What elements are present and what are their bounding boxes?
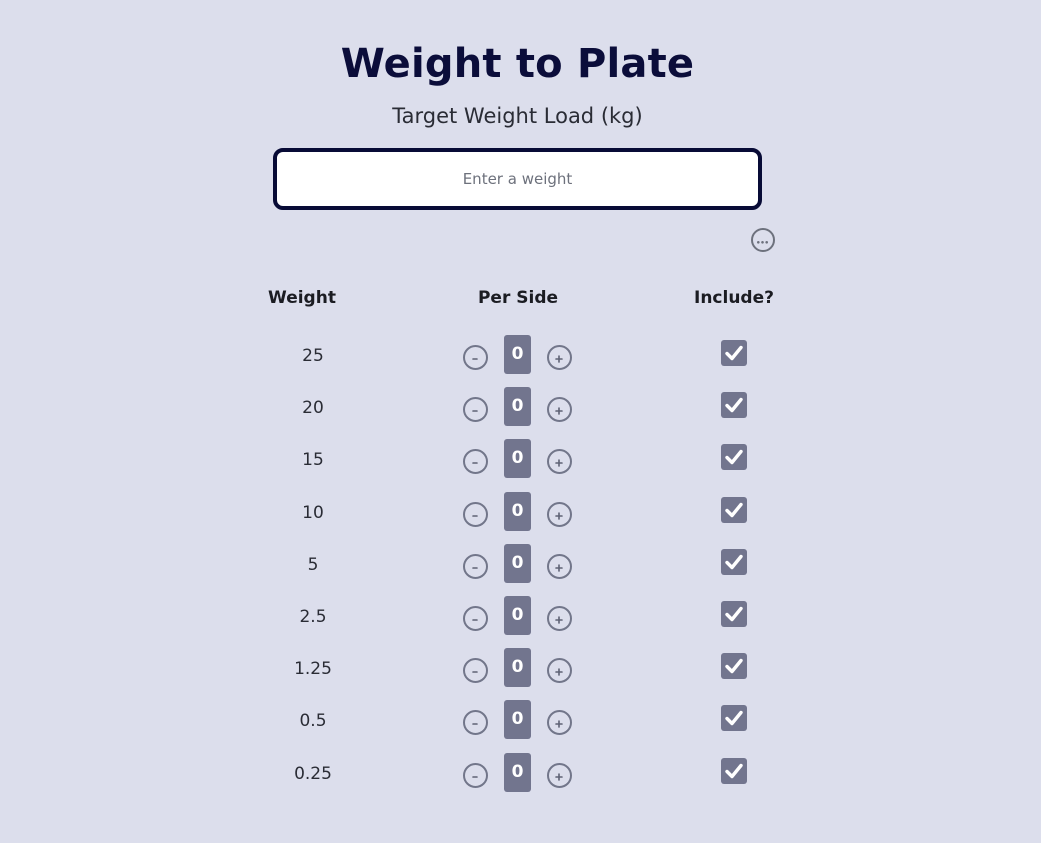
plate-row: 2.5 0	[0, 591, 1041, 643]
plate-row: 15 0	[0, 434, 1041, 486]
plate-table: 25 0 20 0 15 0 10 0 5 0 2.5 0 1.25 0 0.5…	[0, 330, 1041, 800]
increment-button[interactable]	[547, 553, 572, 579]
per-side-count: 0	[504, 387, 531, 427]
plate-weight: 5	[307, 554, 319, 575]
per-side-count: 0	[504, 543, 531, 583]
plate-row: 1.25 0	[0, 643, 1041, 695]
plate-weight: 25	[302, 346, 324, 366]
column-header-per-side: Per Side	[477, 288, 559, 308]
increment-button[interactable]	[547, 605, 572, 631]
column-header-include: Include?	[694, 288, 774, 308]
decrement-button[interactable]	[463, 345, 488, 370]
plus-icon	[555, 563, 563, 572]
per-side-count: 0	[504, 648, 531, 688]
plate-weight: 1.25	[294, 659, 332, 680]
plate-row: 0.25 0	[0, 748, 1041, 800]
minus-icon	[472, 775, 478, 778]
minus-icon	[472, 566, 478, 569]
checkmark-icon	[725, 763, 743, 778]
minus-icon	[472, 358, 478, 360]
increment-button[interactable]	[547, 345, 572, 370]
per-side-count: 0	[504, 595, 531, 635]
include-checkbox[interactable]	[721, 548, 747, 575]
checkmark-icon	[725, 502, 743, 517]
checkmark-icon	[725, 658, 743, 674]
increment-button[interactable]	[547, 449, 572, 475]
plus-icon	[555, 720, 563, 729]
include-checkbox[interactable]	[721, 653, 747, 680]
checkmark-icon	[725, 711, 743, 726]
plate-row: 0.5 0	[0, 695, 1041, 747]
column-header-weight: Weight	[268, 288, 336, 308]
per-side-count: 0	[504, 335, 531, 374]
per-side-count: 0	[504, 700, 531, 740]
increment-button[interactable]	[547, 397, 572, 423]
include-checkbox[interactable]	[721, 340, 747, 366]
decrement-button[interactable]	[463, 605, 488, 631]
checkmark-icon	[725, 606, 743, 622]
ellipsis-icon	[757, 241, 768, 244]
include-checkbox[interactable]	[721, 496, 747, 523]
plate-weight: 2.5	[299, 606, 327, 627]
plus-icon	[555, 772, 563, 781]
plus-icon	[555, 511, 563, 520]
decrement-button[interactable]	[463, 501, 488, 527]
per-side-count: 0	[504, 439, 531, 479]
minus-icon	[472, 462, 478, 465]
minus-icon	[472, 514, 478, 517]
increment-button[interactable]	[547, 501, 572, 527]
target-weight-input[interactable]	[273, 148, 762, 210]
plus-icon	[555, 355, 563, 363]
plus-icon	[555, 407, 563, 415]
plate-row: 5 0	[0, 539, 1041, 591]
checkmark-icon	[725, 554, 743, 569]
minus-icon	[472, 723, 478, 726]
minus-icon	[472, 619, 478, 621]
decrement-button[interactable]	[463, 710, 488, 736]
plus-icon	[555, 668, 563, 676]
increment-button[interactable]	[547, 762, 572, 788]
plate-weight: 20	[302, 398, 324, 419]
increment-button[interactable]	[547, 658, 572, 684]
include-checkbox[interactable]	[721, 757, 747, 784]
increment-button[interactable]	[547, 710, 572, 736]
include-checkbox[interactable]	[721, 600, 747, 627]
per-side-count: 0	[504, 752, 531, 792]
decrement-button[interactable]	[463, 762, 488, 788]
target-weight-label: Target Weight Load (kg)	[392, 104, 643, 128]
decrement-button[interactable]	[463, 397, 488, 423]
minus-icon	[472, 410, 478, 412]
plate-row: 10 0	[0, 487, 1041, 539]
page-title: Weight to Plate	[340, 41, 695, 87]
include-checkbox[interactable]	[721, 444, 747, 471]
minus-icon	[472, 671, 478, 673]
decrement-button[interactable]	[463, 553, 488, 579]
plus-icon	[555, 459, 563, 468]
include-checkbox[interactable]	[721, 392, 747, 419]
per-side-count: 0	[504, 491, 531, 531]
decrement-button[interactable]	[463, 449, 488, 475]
plate-row: 25 0	[0, 330, 1041, 382]
plate-row: 20 0	[0, 382, 1041, 434]
plus-icon	[555, 616, 563, 624]
checkmark-icon	[725, 450, 743, 465]
checkmark-icon	[725, 345, 743, 361]
checkmark-icon	[725, 397, 743, 413]
plate-weight: 0.25	[294, 763, 332, 784]
more-options-button[interactable]	[751, 228, 775, 252]
include-checkbox[interactable]	[721, 705, 747, 732]
plate-weight: 0.5	[299, 711, 327, 732]
decrement-button[interactable]	[463, 658, 488, 684]
plate-weight: 15	[302, 450, 324, 471]
plate-weight: 10	[302, 502, 324, 523]
